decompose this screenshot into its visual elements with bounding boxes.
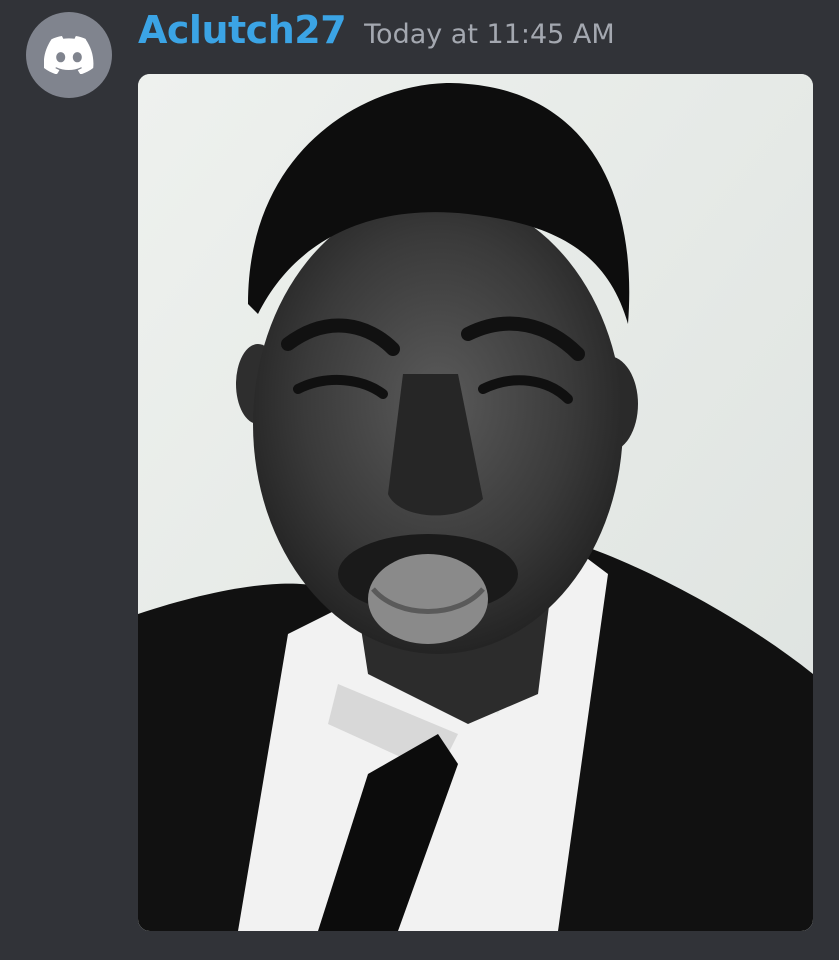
message-header: Aclutch27 Today at 11:45 AM <box>138 8 615 52</box>
username[interactable]: Aclutch27 <box>138 8 347 52</box>
attachment-photo <box>138 74 813 931</box>
image-attachment[interactable] <box>138 74 813 931</box>
avatar[interactable] <box>26 12 112 98</box>
discord-logo-icon <box>44 36 94 74</box>
timestamp: Today at 11:45 AM <box>364 19 615 50</box>
